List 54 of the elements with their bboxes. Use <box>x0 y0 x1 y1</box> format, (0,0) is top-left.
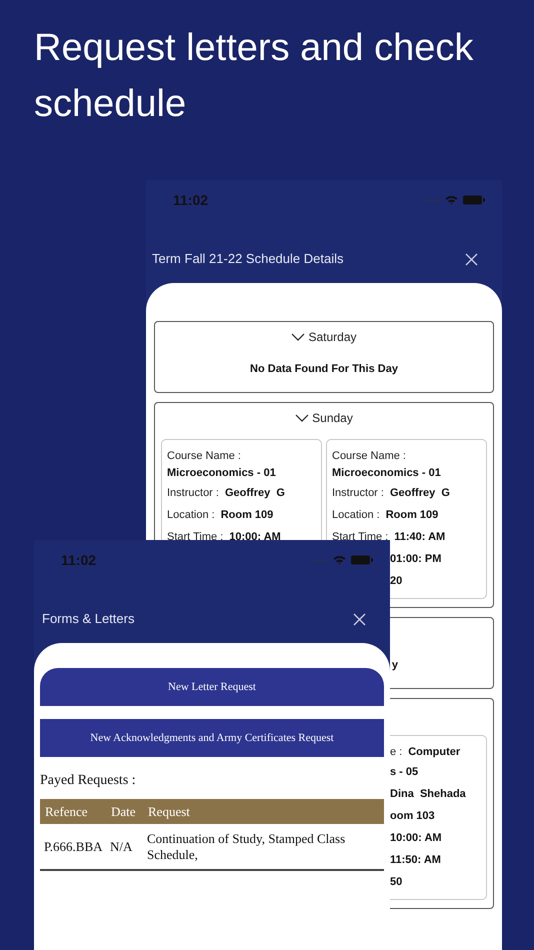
field-value: Room 109 <box>220 509 274 521</box>
empty-message: No Data Found For This Day <box>250 362 398 378</box>
field-value: 11:50: AM <box>390 854 441 866</box>
field-label: Instructor : <box>167 487 219 499</box>
field-value: oom 103 <box>390 810 435 822</box>
chevron-down-icon[interactable] <box>291 333 306 341</box>
screen-title: Term Fall 21-22 Schedule Details <box>152 250 344 268</box>
field-value: 11:40: AM <box>394 531 446 543</box>
day-title[interactable]: Sunday <box>312 409 353 427</box>
wifi-icon <box>445 195 458 205</box>
status-time: 11:02 <box>61 550 96 570</box>
day-title[interactable]: Saturday <box>308 328 357 346</box>
request-button[interactable]: New Acknowledgments and Army Certificates Request <box>40 719 384 757</box>
field-value: s - 05 <box>390 766 418 778</box>
column-header: Refence <box>45 802 89 821</box>
field-value: Room 109 <box>386 509 438 521</box>
table-cell-text: Continuation of Study, Stamped Class Schedule, <box>147 830 346 862</box>
field-value: Computer <box>408 746 460 758</box>
table-cell-text: N/A <box>110 838 134 854</box>
wifi-icon <box>333 555 346 565</box>
field-label: Start Time : <box>332 531 388 543</box>
signal-icon <box>426 198 440 202</box>
field-label: Course Name : <box>332 449 407 464</box>
column-header: Date <box>111 802 137 821</box>
field-label: e : <box>390 746 402 758</box>
status-time: 11:02 <box>173 190 208 210</box>
field-label: Course Name : <box>167 449 242 464</box>
field-value: 20 <box>390 575 402 587</box>
battery-icon <box>463 195 485 205</box>
field-label: Location : <box>332 509 380 521</box>
empty-message: y <box>392 658 398 674</box>
field-label: Start Time : <box>167 531 224 543</box>
field-value: Geoffrey G <box>224 487 285 499</box>
field-value: Microeconomics - 01 <box>332 466 442 481</box>
field-value: 01:00: PM <box>390 553 442 565</box>
field-value: Microeconomics - 01 <box>167 466 277 481</box>
field-value: Geoffrey G <box>390 487 450 499</box>
field-label: Instructor : <box>332 487 384 499</box>
headline: Request letters and check schedule <box>33 26 474 127</box>
chevron-down-icon[interactable] <box>295 414 310 422</box>
table-cell-text: P.666.BBA <box>44 838 104 854</box>
section-label: Payed Requests : <box>40 772 137 790</box>
field-value: 50 <box>390 876 402 888</box>
field-value: 10:00: AM <box>229 531 281 543</box>
request-button[interactable]: New Letter Request <box>40 668 384 706</box>
field-label: Location : <box>167 509 215 521</box>
close-icon[interactable] <box>353 612 366 626</box>
battery-icon <box>351 555 373 565</box>
close-icon[interactable] <box>465 252 478 266</box>
signal-icon <box>314 558 328 562</box>
screen-title: Forms & Letters <box>42 610 134 628</box>
column-header: Request <box>148 802 191 821</box>
field-value: Dina Shehada <box>390 788 466 800</box>
field-value: 10:00: AM <box>390 832 442 844</box>
